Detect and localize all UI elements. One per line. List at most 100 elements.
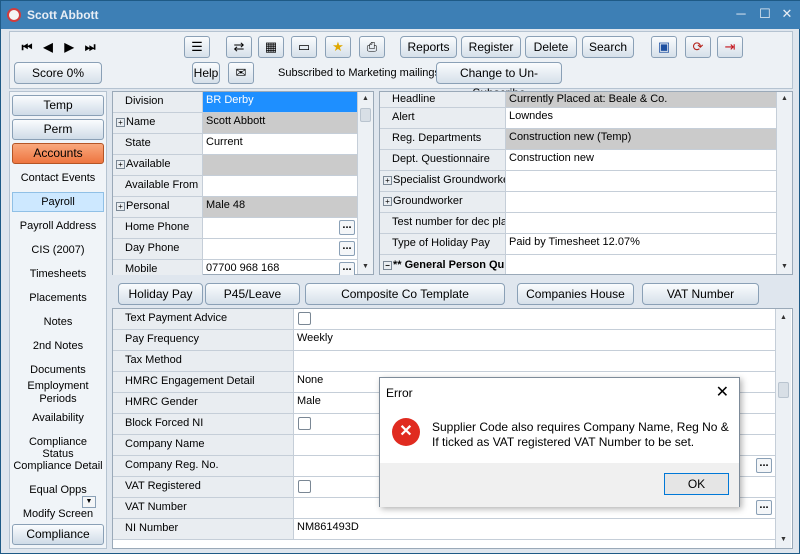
score-button[interactable]: Score 0%: [14, 62, 102, 84]
name-field[interactable]: Scott Abbott: [203, 113, 357, 133]
refresh-icon[interactable]: ⟳: [685, 36, 711, 58]
expand-icon[interactable]: +: [383, 197, 392, 206]
right-grid-scrollbar[interactable]: ▲ ▼: [776, 92, 792, 274]
groundworker-field[interactable]: [506, 192, 776, 212]
mobile-lookup-button[interactable]: ...: [339, 262, 355, 275]
ni-number-field[interactable]: NM861493D: [294, 519, 775, 539]
mailing-icon[interactable]: ✉: [228, 62, 254, 84]
scroll-thumb[interactable]: [778, 382, 789, 398]
day-phone-lookup-button[interactable]: ...: [339, 241, 355, 256]
text-payment-advice-checkbox[interactable]: [298, 312, 311, 325]
sidebar-scroll-down-icon[interactable]: ▼: [82, 496, 96, 508]
transfer-icon[interactable]: ⇄: [226, 36, 252, 58]
sidebar-item-cis[interactable]: CIS (2007): [12, 244, 104, 256]
reports-button[interactable]: Reports: [400, 36, 457, 58]
minimize-button[interactable]: ─: [731, 5, 751, 23]
expand-icon[interactable]: +: [116, 160, 125, 169]
sidebar-item-notes[interactable]: Notes: [12, 316, 104, 328]
company-reg-no-lookup-button[interactable]: ...: [756, 458, 772, 473]
state-field[interactable]: Current: [203, 134, 357, 154]
sidebar: Temp Perm Accounts Contact Events Payrol…: [9, 91, 107, 549]
unsubscribe-button[interactable]: Change to Un-Subscribe: [436, 62, 562, 100]
alert-field[interactable]: Lowndes: [506, 108, 776, 128]
specialist-groundworker-field[interactable]: [506, 171, 776, 191]
sidebar-item-employment-periods[interactable]: Employment Periods: [12, 380, 104, 406]
vat-registered-checkbox[interactable]: [298, 480, 311, 493]
document-list-icon[interactable]: ☰: [184, 36, 210, 58]
printer-icon[interactable]: ⎙: [359, 36, 385, 58]
scroll-down-icon[interactable]: ▼: [358, 260, 373, 274]
general-person-questions-field[interactable]: [506, 255, 776, 274]
previous-record-icon[interactable]: ◀: [39, 40, 57, 54]
collapse-icon[interactable]: −: [383, 261, 392, 270]
tax-method-field[interactable]: [294, 351, 775, 371]
day-phone-field[interactable]: [203, 239, 357, 259]
next-record-icon[interactable]: ▶: [60, 40, 78, 54]
dept-questionnaire-field[interactable]: Construction new: [506, 150, 776, 170]
left-details-grid: Division BR Derby + Name Scott Abbott Sta…: [112, 91, 374, 275]
tab-companies-house[interactable]: Companies House: [517, 283, 634, 305]
last-record-icon[interactable]: ⏭: [81, 40, 99, 55]
sidebar-compliance-button[interactable]: Compliance: [12, 524, 104, 545]
sidebar-item-availability[interactable]: Availability: [12, 412, 104, 424]
sidebar-item-documents[interactable]: Documents: [12, 364, 104, 376]
help-button[interactable]: Help: [192, 62, 220, 84]
expand-icon[interactable]: +: [383, 176, 392, 185]
vat-number-lookup-button[interactable]: ...: [756, 500, 772, 515]
sidebar-item-compliance-detail[interactable]: Compliance Detail: [12, 460, 104, 472]
expand-icon[interactable]: +: [116, 202, 125, 211]
block-forced-ni-checkbox[interactable]: [298, 417, 311, 430]
reg-departments-field[interactable]: Construction new (Temp): [506, 129, 776, 149]
scroll-thumb[interactable]: [360, 108, 371, 122]
test-number-field[interactable]: [506, 213, 776, 233]
personal-field[interactable]: Male 48: [203, 197, 357, 217]
ok-button[interactable]: OK: [664, 473, 729, 495]
sidebar-item-equal-opps[interactable]: Equal Opps: [12, 484, 104, 496]
sidebar-item-modify-screen[interactable]: Modify Screen: [12, 508, 104, 520]
available-from-field[interactable]: [203, 176, 357, 196]
sidebar-item-payroll[interactable]: Payroll: [12, 192, 104, 212]
sidebar-item-2nd-notes[interactable]: 2nd Notes: [12, 340, 104, 352]
scroll-up-icon[interactable]: ▲: [776, 311, 791, 325]
tab-holiday-pay[interactable]: Holiday Pay: [118, 283, 203, 305]
error-dialog: Error ✕ ✕ Supplier Code also requires Co…: [379, 377, 740, 507]
sidebar-temp-button[interactable]: Temp: [12, 95, 104, 116]
restore-button[interactable]: ☐: [755, 5, 775, 23]
division-field[interactable]: BR Derby: [203, 92, 357, 112]
search-button[interactable]: Search: [582, 36, 634, 58]
tab-p45-leave[interactable]: P45/Leave: [205, 283, 300, 305]
close-button[interactable]: ✕: [777, 5, 797, 23]
mobile-field[interactable]: 07700 968 168: [203, 260, 357, 275]
expand-icon[interactable]: +: [116, 118, 125, 127]
tab-composite-template[interactable]: Composite Co Template Maintenance: [305, 283, 505, 321]
calendar-icon[interactable]: ▦: [258, 36, 284, 58]
scroll-up-icon[interactable]: ▲: [358, 92, 373, 106]
sidebar-item-timesheets[interactable]: Timesheets: [12, 268, 104, 280]
sidebar-item-payroll-address[interactable]: Payroll Address: [12, 220, 104, 232]
register-button[interactable]: Register: [461, 36, 521, 58]
sidebar-item-placements[interactable]: Placements: [12, 292, 104, 304]
sidebar-perm-button[interactable]: Perm: [12, 119, 104, 140]
payroll-grid-scrollbar[interactable]: ▲ ▼: [775, 309, 791, 548]
save-record-icon[interactable]: ▣: [651, 36, 677, 58]
scroll-up-icon[interactable]: ▲: [777, 92, 792, 106]
exit-icon[interactable]: ⇥: [717, 36, 743, 58]
available-field[interactable]: [203, 155, 357, 175]
star-icon[interactable]: ★: [325, 36, 351, 58]
sidebar-item-compliance-status[interactable]: Compliance Status: [12, 436, 104, 460]
sidebar-item-contact-events[interactable]: Contact Events: [12, 172, 104, 188]
left-grid-scrollbar[interactable]: ▲ ▼: [357, 92, 373, 274]
pay-frequency-field[interactable]: Weekly: [294, 330, 775, 350]
note-icon[interactable]: ▭: [291, 36, 317, 58]
home-phone-lookup-button[interactable]: ...: [339, 220, 355, 235]
first-record-icon[interactable]: ⏮: [18, 40, 36, 55]
tab-vat-number[interactable]: VAT Number: [642, 283, 759, 305]
headline-field[interactable]: Currently Placed at: Beale & Co.: [506, 92, 776, 107]
holiday-pay-type-field[interactable]: Paid by Timesheet 12.07%: [506, 234, 776, 254]
home-phone-field[interactable]: [203, 218, 357, 238]
dialog-close-icon[interactable]: ✕: [716, 382, 729, 402]
delete-button[interactable]: Delete: [525, 36, 577, 58]
scroll-down-icon[interactable]: ▼: [777, 260, 792, 274]
sidebar-accounts-button[interactable]: Accounts: [12, 143, 104, 164]
scroll-down-icon[interactable]: ▼: [776, 533, 791, 547]
